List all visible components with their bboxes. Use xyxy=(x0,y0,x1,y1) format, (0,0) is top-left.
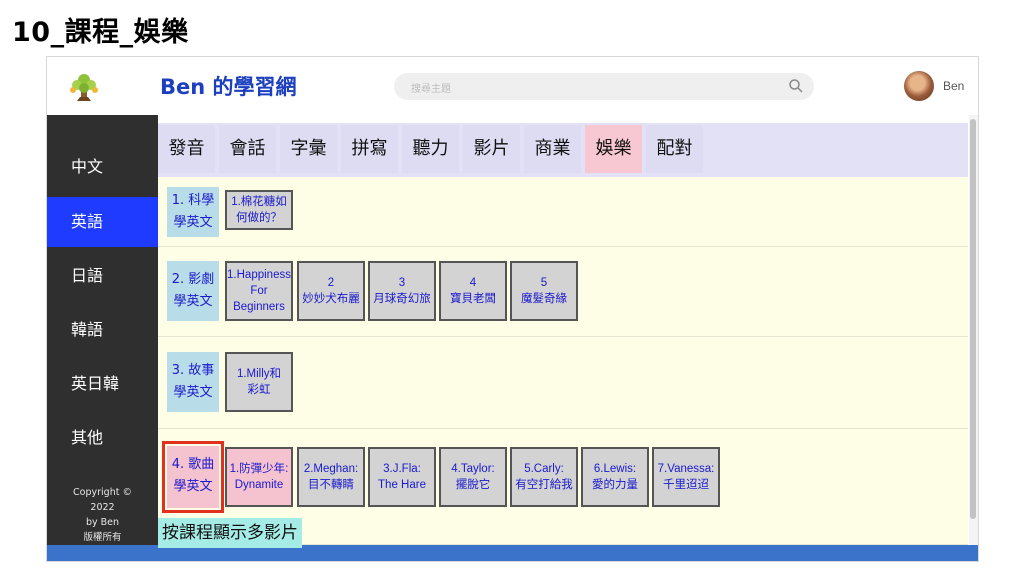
video-button[interactable]: 5 魔髮奇緣 xyxy=(510,261,578,321)
search-placeholder: 搜尋主題 xyxy=(411,84,451,95)
sidebar: 中文 英語 日語 韓語 英日韓 其他 Copyright © 2022 by B… xyxy=(47,115,158,545)
video-button[interactable]: 5.Carly: 有空打給我 xyxy=(510,447,578,507)
caption-annotation: 按課程顯示多影片 xyxy=(158,518,302,548)
tab-matching[interactable]: 配對 xyxy=(646,125,703,173)
video-button[interactable]: 3 月球奇幻旅 xyxy=(368,261,436,321)
tab-pronunciation[interactable]: 發音 xyxy=(158,125,215,173)
video-button[interactable]: 1.防彈少年: Dynamite xyxy=(225,447,293,507)
browser-frame: Ben 的學習網 搜尋主題 Ben 中文 英語 日語 韓語 英日韓 其他 Cop… xyxy=(46,56,979,562)
tree-logo-icon[interactable] xyxy=(67,71,101,103)
video-button[interactable]: 6.Lewis: 愛的力量 xyxy=(581,447,649,507)
user-name[interactable]: Ben xyxy=(943,79,964,93)
vertical-scrollbar[interactable] xyxy=(969,115,978,545)
top-header: Ben 的學習網 搜尋主題 Ben xyxy=(47,57,978,115)
site-brand[interactable]: Ben 的學習網 xyxy=(160,71,297,101)
search-bar[interactable]: 搜尋主題 xyxy=(394,73,814,100)
sidebar-item-chinese[interactable]: 中文 xyxy=(47,142,158,192)
copyright-text: Copyright © 2022 by Ben 版權所有 xyxy=(47,485,158,545)
course-label-drama[interactable]: 2. 影劇 學英文 xyxy=(167,261,219,321)
course-label-science[interactable]: 1. 科學 學英文 xyxy=(167,187,219,237)
course-label-story[interactable]: 3. 故事 學英文 xyxy=(167,352,219,412)
sidebar-item-japanese[interactable]: 日語 xyxy=(47,251,158,301)
tab-entertainment[interactable]: 娛樂 xyxy=(585,125,642,173)
slide-title: 10_課程_娛樂 xyxy=(12,17,189,48)
main-content: 發音 會話 字彙 拼寫 聽力 影片 商業 娛樂 配對 1. 科學 學英文 1.棉… xyxy=(158,115,978,545)
copyright-line: by Ben xyxy=(85,517,120,528)
video-button[interactable]: 7.Vanessa: 千里迢迢 xyxy=(652,447,720,507)
copyright-line: 2022 xyxy=(90,502,115,513)
video-button[interactable]: 1.Milly和 彩虹 xyxy=(225,352,293,412)
tab-video[interactable]: 影片 xyxy=(463,125,520,173)
video-button[interactable]: 1.棉花糖如 何做的？ xyxy=(225,190,293,230)
tab-spelling[interactable]: 拼寫 xyxy=(341,125,398,173)
sidebar-item-english[interactable]: 英語 xyxy=(47,197,158,247)
video-button[interactable]: 4 寶貝老闆 xyxy=(439,261,507,321)
user-avatar[interactable] xyxy=(904,71,934,101)
category-tabbar: 發音 會話 字彙 拼寫 聽力 影片 商業 娛樂 配對 xyxy=(158,123,968,177)
tab-vocabulary[interactable]: 字彙 xyxy=(280,125,337,173)
course-section-drama: 2. 影劇 學英文 1.Happiness For Beginners 2 妙妙… xyxy=(158,247,968,337)
course-section-science: 1. 科學 學英文 1.棉花糖如 何做的？ xyxy=(158,177,968,247)
video-button[interactable]: 2.Meghan: 目不轉睛 xyxy=(297,447,365,507)
tab-listening[interactable]: 聽力 xyxy=(402,125,459,173)
video-button[interactable]: 3.J.Fla: The Hare xyxy=(368,447,436,507)
video-button[interactable]: 2 妙妙犬布麗 xyxy=(297,261,365,321)
course-label-songs[interactable]: 4. 歌曲 學英文 xyxy=(162,441,224,513)
video-button[interactable]: 1.Happiness For Beginners xyxy=(225,261,293,321)
course-section-story: 3. 故事 學英文 1.Milly和 彩虹 xyxy=(158,337,968,429)
sidebar-item-eng-jpn-kor[interactable]: 英日韓 xyxy=(47,359,158,409)
sidebar-item-other[interactable]: 其他 xyxy=(47,413,158,463)
video-button[interactable]: 4.Taylor: 擺脫它 xyxy=(439,447,507,507)
sidebar-item-korean[interactable]: 韓語 xyxy=(47,305,158,355)
search-icon[interactable] xyxy=(788,78,804,94)
copyright-line: 版權所有 xyxy=(83,532,122,543)
copyright-line: Copyright © xyxy=(73,487,132,498)
tab-business[interactable]: 商業 xyxy=(524,125,581,173)
scrollbar-thumb[interactable] xyxy=(970,119,976,519)
tab-conversation[interactable]: 會話 xyxy=(219,125,276,173)
